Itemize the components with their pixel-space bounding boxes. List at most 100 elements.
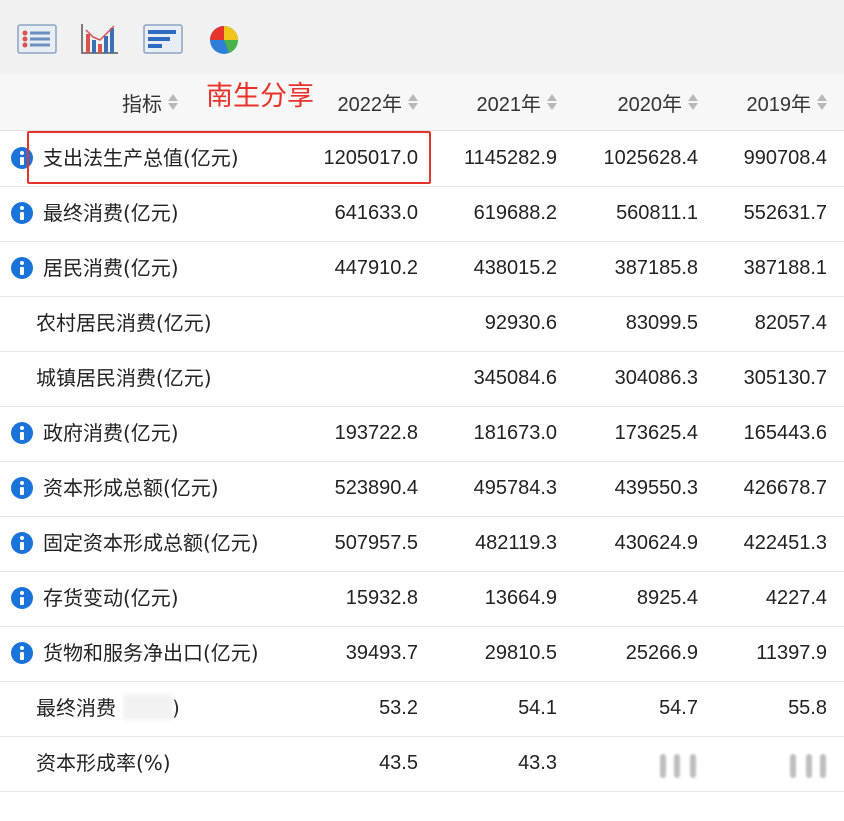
cell-value: 173625.4: [614, 422, 698, 444]
sort-icon[interactable]: [817, 92, 827, 112]
table-row: 存货变动(亿元) 15932.8 13664.9 8925.4 4227.4: [0, 571, 844, 627]
cell-value: 387188.1: [743, 257, 827, 279]
cell-value: 82057.4: [754, 312, 827, 334]
sort-icon[interactable]: [547, 92, 557, 112]
cell-value: 165443.6: [743, 422, 827, 444]
cell-value: 1145282.9: [463, 147, 557, 169]
cell-value: 25266.9: [625, 642, 698, 664]
distorted-glyph: [660, 754, 666, 778]
row-label: 农村居民消费(亿元): [36, 311, 212, 335]
row-label: 政府消费(亿元): [43, 421, 179, 445]
cell-value: 507957.5: [334, 532, 418, 554]
header-year-2021[interactable]: 2021年: [477, 74, 557, 130]
watermark-text: 南生分享: [206, 81, 314, 112]
header-year-2019[interactable]: 2019年: [747, 74, 827, 130]
cell-value: 92930.6: [484, 312, 557, 334]
horizontal-bar-icon[interactable]: [143, 22, 183, 56]
blurred-region: [123, 694, 173, 720]
header-year-2022[interactable]: 2022年: [338, 74, 418, 130]
cell-value: 523890.4: [334, 477, 418, 499]
header-indicator[interactable]: 指标: [122, 74, 178, 130]
row-label: 最终消费: [36, 696, 116, 720]
cell-value: 422451.3: [743, 532, 827, 554]
info-icon[interactable]: [11, 202, 33, 224]
cell-value: 641633.0: [334, 202, 418, 224]
cell-value: 11397.9: [756, 642, 827, 664]
row-label: 资本形成总额(亿元): [43, 476, 219, 500]
cell-value: 43.3: [518, 752, 557, 774]
row-label: 居民消费(亿元): [43, 256, 179, 280]
table-view-icon[interactable]: [17, 22, 57, 56]
info-icon[interactable]: [11, 642, 33, 664]
cell-value: 482119.3: [475, 532, 557, 554]
table-row: 居民消费(亿元) 447910.2 438015.2 387185.8 3871…: [0, 241, 844, 297]
cell-value: 1205017.0: [323, 147, 418, 169]
cell-value: 304086.3: [614, 367, 698, 389]
cell-value: 13664.9: [484, 587, 557, 609]
header-year-2020[interactable]: 2020年: [618, 74, 698, 130]
info-icon[interactable]: [11, 532, 33, 554]
cell-value: 305130.7: [743, 367, 827, 389]
cell-value: 438015.2: [473, 257, 557, 279]
cell-value: 54.1: [518, 697, 557, 719]
table-row: 农村居民消费(亿元) 92930.6 83099.5 82057.4: [0, 296, 844, 352]
cell-value: 181673.0: [473, 422, 557, 444]
distorted-glyph: [690, 754, 696, 778]
cell-value: 4227.4: [765, 587, 827, 609]
row-label: 固定资本形成总额(亿元): [43, 531, 259, 555]
table-header: 指标 2022年 2021年 2020年 2019年: [0, 74, 844, 131]
table-row: 最终消费(亿元) 641633.0 619688.2 560811.1 5526…: [0, 186, 844, 242]
cell-value: 430624.9: [614, 532, 698, 554]
table-row: 城镇居民消费(亿元) 345084.6 304086.3 305130.7: [0, 351, 844, 407]
cell-value: 990708.4: [743, 147, 827, 169]
cell-value: 1025628.4: [603, 147, 698, 169]
table-row: 资本形成率(%) 43.5 43.3: [0, 736, 844, 792]
info-icon[interactable]: [11, 257, 33, 279]
distorted-glyph: [820, 754, 826, 778]
cell-value: 495784.3: [473, 477, 557, 499]
toolbar: [0, 0, 844, 75]
cell-value: 619688.2: [473, 202, 557, 224]
table-row: 固定资本形成总额(亿元) 507957.5 482119.3 430624.9 …: [0, 516, 844, 572]
info-icon[interactable]: [11, 477, 33, 499]
row-label: 货物和服务净出口(亿元): [43, 641, 259, 665]
cell-value: 43.5: [379, 752, 418, 774]
table-row: 资本形成总额(亿元) 523890.4 495784.3 439550.3 42…: [0, 461, 844, 517]
row-label: 城镇居民消费(亿元): [36, 366, 212, 390]
cell-value: 15932.8: [345, 587, 418, 609]
distorted-glyph: [674, 754, 680, 778]
cell-value: 552631.7: [743, 202, 827, 224]
cell-value: 8925.4: [636, 587, 698, 609]
cell-value: 439550.3: [614, 477, 698, 499]
table-row: 支出法生产总值(亿元) 1205017.0 1145282.9 1025628.…: [0, 131, 844, 187]
row-label: 存货变动(亿元): [43, 586, 179, 610]
sort-icon[interactable]: [408, 92, 418, 112]
row-label: 资本形成率(%): [36, 751, 171, 775]
bar-chart-icon[interactable]: [80, 22, 120, 56]
cell-value: 55.8: [788, 697, 827, 719]
sort-icon[interactable]: [688, 92, 698, 112]
cell-value: 83099.5: [625, 312, 698, 334]
info-icon[interactable]: [11, 147, 33, 169]
row-label: 最终消费(亿元): [43, 201, 179, 225]
cell-value: 387185.8: [614, 257, 698, 279]
cell-value: 426678.7: [743, 477, 827, 499]
cell-value: 39493.7: [345, 642, 418, 664]
distorted-glyph: [806, 754, 812, 778]
cell-value: 560811.1: [616, 202, 698, 224]
table-row: 货物和服务净出口(亿元) 39493.7 29810.5 25266.9 113…: [0, 626, 844, 682]
cell-value: 193722.8: [334, 422, 418, 444]
info-icon[interactable]: [11, 587, 33, 609]
distorted-glyph: [790, 754, 796, 778]
cell-value: 54.7: [659, 697, 698, 719]
cell-value: 29810.5: [484, 642, 557, 664]
row-label-suffix: ): [172, 696, 180, 720]
table-row: 政府消费(亿元) 193722.8 181673.0 173625.4 1654…: [0, 406, 844, 462]
cell-value: 53.2: [379, 697, 418, 719]
cell-value: 345084.6: [473, 367, 557, 389]
cell-value: 447910.2: [334, 257, 418, 279]
row-label: 支出法生产总值(亿元): [43, 146, 239, 170]
pie-chart-icon[interactable]: [205, 22, 245, 56]
sort-icon[interactable]: [168, 92, 178, 112]
info-icon[interactable]: [11, 422, 33, 444]
